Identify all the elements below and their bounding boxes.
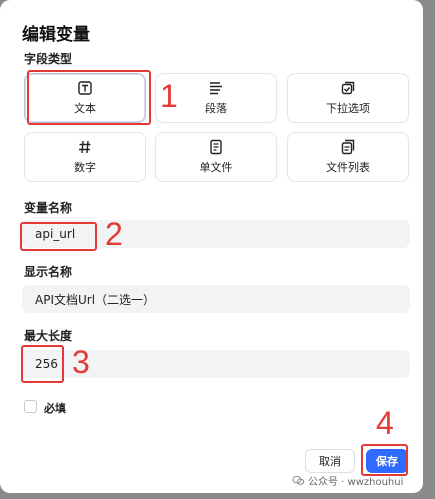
- max-length-label: 最大长度: [24, 329, 73, 343]
- field-type-label: 字段类型: [24, 52, 73, 66]
- type-label-file-list: 文件列表: [326, 161, 370, 174]
- wechat-icon: [292, 475, 305, 485]
- annotation-number-2: 2: [105, 216, 123, 252]
- paragraph-icon: [210, 82, 222, 95]
- text-box-icon: [78, 81, 92, 95]
- type-option-number[interactable]: 数字: [24, 132, 146, 182]
- annotation-number-3: 3: [72, 344, 90, 380]
- file-icon: [210, 139, 222, 155]
- type-option-dropdown[interactable]: 下拉选项: [287, 73, 409, 123]
- type-label-single-file: 单文件: [199, 161, 233, 174]
- edit-variable-dialog: 编辑变量 字段类型 文本 段落 下拉选项 数字 单文件 文件列表 变量名称 ap…: [0, 0, 423, 493]
- type-option-text[interactable]: 文本: [24, 73, 146, 123]
- cancel-button[interactable]: 取消: [305, 449, 355, 473]
- watermark: 公众号 · wwzhouhui: [292, 473, 403, 488]
- variable-name-input[interactable]: api_url: [22, 220, 410, 248]
- type-label-dropdown: 下拉选项: [326, 102, 370, 115]
- save-button[interactable]: 保存: [366, 449, 408, 473]
- watermark-text: 公众号 · wwzhouhui: [308, 477, 404, 488]
- type-option-file-list[interactable]: 文件列表: [287, 132, 409, 182]
- hash-icon: [79, 140, 91, 154]
- type-label-paragraph: 段落: [205, 102, 227, 115]
- type-option-single-file[interactable]: 单文件: [155, 132, 277, 182]
- annotation-number-1: 1: [160, 78, 178, 114]
- dropdown-option-icon: [341, 81, 355, 95]
- annotation-number-4: 4: [376, 405, 394, 441]
- type-label-text: 文本: [74, 102, 96, 115]
- type-label-number: 数字: [74, 161, 96, 174]
- display-name-label: 显示名称: [24, 265, 73, 279]
- required-label: 必填: [44, 402, 66, 415]
- required-checkbox[interactable]: [24, 400, 37, 413]
- file-list-icon: [341, 139, 355, 155]
- dialog-title: 编辑变量: [22, 25, 90, 45]
- display-name-input[interactable]: API文档Url（二选一）: [22, 285, 410, 313]
- variable-name-label: 变量名称: [24, 201, 73, 215]
